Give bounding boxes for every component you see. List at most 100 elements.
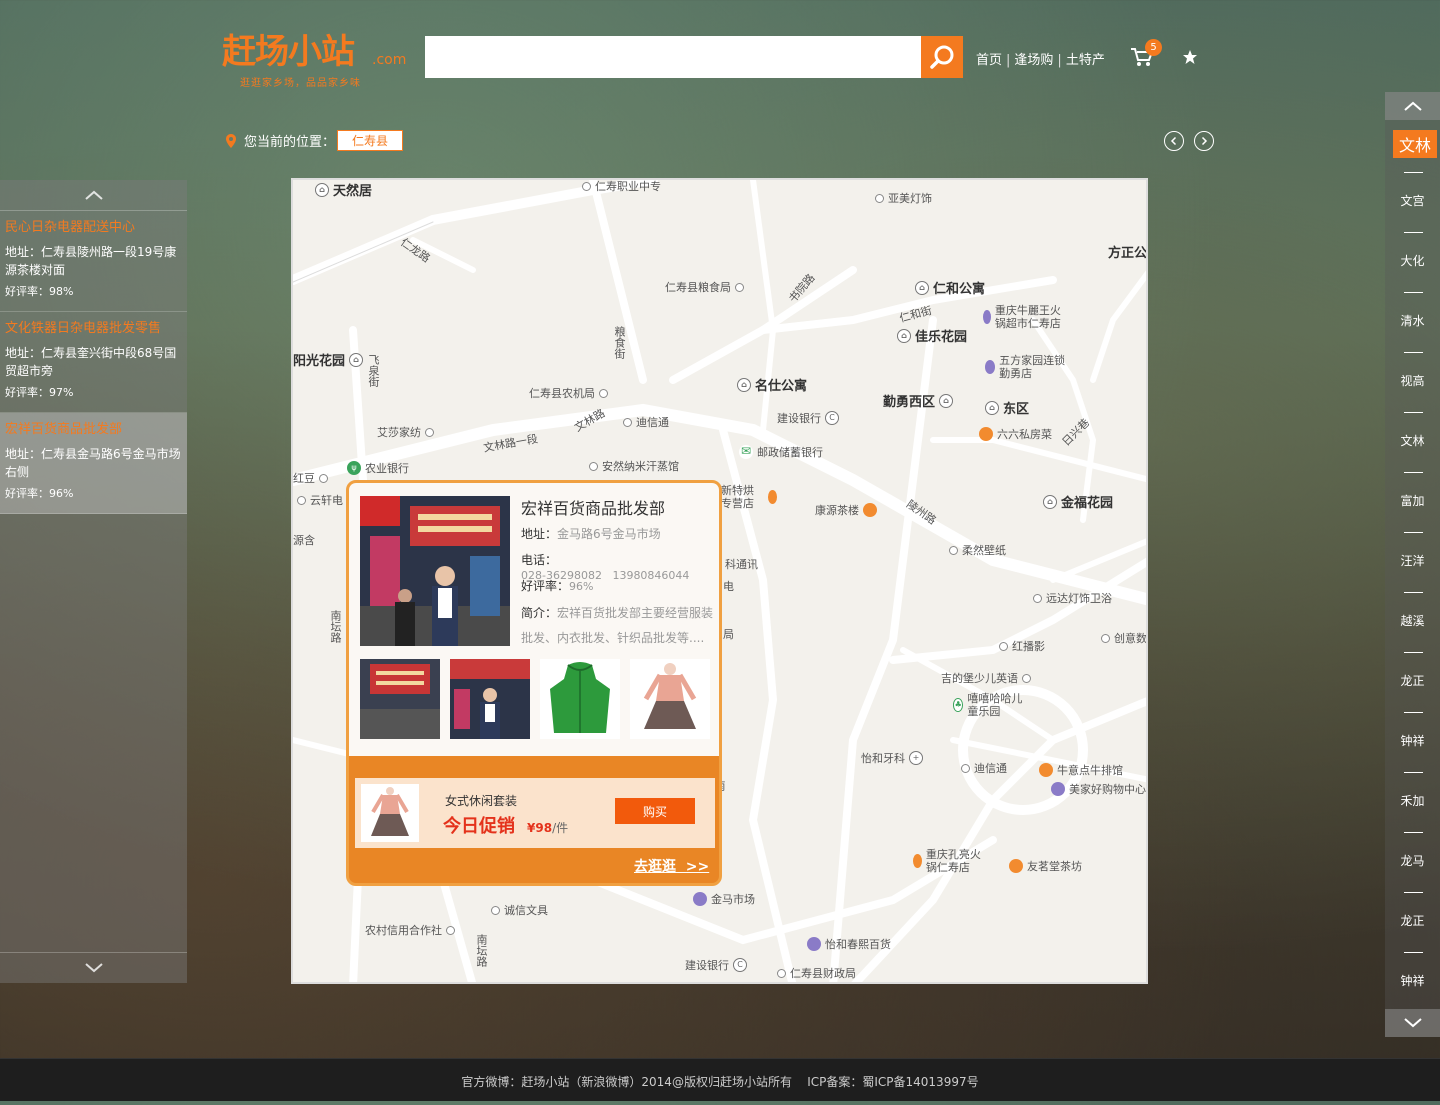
town-nav-item[interactable]: 文宫 bbox=[1385, 192, 1440, 209]
town-nav-item[interactable]: 文林 bbox=[1385, 432, 1440, 449]
town-nav-item[interactable]: 大化 bbox=[1385, 252, 1440, 269]
town-nav-item[interactable]: 富加 bbox=[1385, 492, 1440, 509]
favorite-button[interactable] bbox=[1182, 49, 1198, 69]
prev-arrow-button[interactable] bbox=[1164, 131, 1184, 151]
store-title: 宏祥百货商品批发部 bbox=[521, 499, 666, 518]
store-list-item[interactable]: 民心日杂电器配送中心 地址：仁寿县陵州路一段19号康源茶楼对面 好评率：98% bbox=[0, 211, 187, 312]
building-icon: ⌂ bbox=[897, 328, 911, 343]
poi-label: 远达灯饰卫浴 bbox=[1046, 592, 1112, 605]
store-name: 宏祥百货商品批发部 bbox=[5, 422, 123, 437]
poi-dot-icon bbox=[425, 427, 434, 437]
promotion-product-image bbox=[361, 784, 419, 842]
town-nav-scroll-up[interactable] bbox=[1385, 92, 1440, 120]
nav-market-shopping[interactable]: 逢场购 bbox=[1014, 53, 1053, 68]
rating-value: 96% bbox=[569, 580, 594, 593]
restaurant-icon bbox=[1039, 763, 1053, 777]
promotion-price: ¥98/件 bbox=[527, 819, 568, 836]
town-nav-item-active[interactable]: 文林 bbox=[1393, 130, 1437, 158]
town-nav-item[interactable]: 清水 bbox=[1385, 312, 1440, 329]
building-icon: ⌂ bbox=[985, 400, 999, 415]
product-thumbnail[interactable] bbox=[630, 659, 710, 739]
poi-dot-icon bbox=[949, 545, 958, 555]
store-popup: 宏祥百货商品批发部 地址：金马路6号金马市场 电话：028-36298082 1… bbox=[346, 480, 722, 886]
park-icon: ♣ bbox=[953, 698, 964, 712]
road-label: 南坛路 bbox=[475, 934, 488, 967]
poi-label: 东区 bbox=[1003, 402, 1030, 417]
promotion-image[interactable] bbox=[361, 784, 419, 842]
poi-dot-icon bbox=[599, 388, 608, 398]
town-nav-item[interactable]: 视高 bbox=[1385, 372, 1440, 389]
restaurant-icon bbox=[979, 427, 993, 441]
shop-icon bbox=[807, 937, 821, 951]
product-thumbnail[interactable] bbox=[540, 659, 620, 739]
store-list-item[interactable]: 文化铁器日杂电器批发零售 地址：仁寿县奎兴街中段68号国贸超市旁 好评率：97% bbox=[0, 312, 187, 413]
visit-store-link[interactable]: 去逛逛 >> bbox=[634, 856, 709, 876]
poi-label: 建设银行 bbox=[685, 959, 729, 972]
poi-label: 新特烘专营店 bbox=[721, 484, 754, 510]
poi-label: 迪信通 bbox=[636, 416, 669, 429]
store-list-scroll-up[interactable] bbox=[0, 180, 187, 211]
poi-label: 源含 bbox=[293, 534, 315, 547]
product-thumbnail[interactable] bbox=[360, 659, 440, 739]
building-icon: ⌂ bbox=[1043, 494, 1057, 509]
poi-dot-icon bbox=[297, 495, 306, 505]
next-arrow-button[interactable] bbox=[1194, 131, 1214, 151]
town-nav: 文林 文宫 大化 清水 视高 文林 富加 汪洋 越溪 龙正 钟祥 禾加 龙马 龙正 钟祥 bbox=[1385, 92, 1440, 1037]
poi-label: 红豆 bbox=[293, 472, 315, 485]
search-bar bbox=[425, 36, 963, 78]
promotion-product-name: 女式休闲套装 bbox=[445, 794, 518, 808]
bank-icon: C bbox=[733, 958, 747, 972]
store-rating: 好评率：97% bbox=[5, 386, 74, 399]
poi-dot-icon bbox=[582, 181, 591, 191]
town-nav-separator bbox=[1404, 292, 1423, 293]
town-nav-item[interactable]: 钟祥 bbox=[1385, 732, 1440, 749]
nav-home[interactable]: 首页 bbox=[976, 53, 1002, 68]
search-button[interactable] bbox=[921, 36, 963, 78]
shop-icon bbox=[1051, 782, 1065, 796]
poi-dot-icon bbox=[961, 763, 970, 773]
poi-label: 仁和公寓 bbox=[933, 282, 986, 297]
thumbnail-image bbox=[630, 659, 710, 739]
star-icon bbox=[1183, 50, 1197, 64]
road-label: 南坛路 bbox=[329, 610, 342, 643]
town-nav-item[interactable]: 钟祥 bbox=[1385, 972, 1440, 989]
town-nav-item[interactable]: 龙正 bbox=[1385, 912, 1440, 929]
nav-local-products[interactable]: 土特产 bbox=[1066, 53, 1105, 68]
town-nav-item[interactable]: 龙正 bbox=[1385, 672, 1440, 689]
town-nav-item[interactable]: 禾加 bbox=[1385, 792, 1440, 809]
poi-label: 嘻嘻哈哈儿童乐园 bbox=[967, 692, 1023, 718]
store-list-item-active[interactable]: 宏祥百货商品批发部 地址：仁寿县金马路6号金马市场右侧 好评率：96% bbox=[0, 413, 187, 514]
poi-dot-icon bbox=[875, 193, 884, 203]
location-bar: 您当前的位置： 仁寿县 bbox=[226, 130, 404, 151]
poi-label: 局 bbox=[723, 628, 734, 641]
building-icon: ⌂ bbox=[915, 280, 929, 295]
promotion-tag: 今日促销 bbox=[443, 816, 515, 837]
store-photo[interactable] bbox=[360, 496, 510, 646]
location-select[interactable]: 仁寿县 bbox=[337, 130, 404, 151]
store-name: 民心日杂电器配送中心 bbox=[5, 220, 136, 235]
town-nav-separator bbox=[1404, 232, 1423, 233]
town-nav-separator bbox=[1404, 172, 1423, 173]
town-nav-scroll-down[interactable] bbox=[1385, 1009, 1440, 1037]
store-list: 民心日杂电器配送中心 地址：仁寿县陵州路一段19号康源茶楼对面 好评率：98% … bbox=[0, 180, 187, 983]
poi-label: 重庆孔亮火锅仁寿店 bbox=[925, 848, 981, 874]
search-input[interactable] bbox=[425, 36, 921, 78]
logo[interactable]: 赶场小站 .com 逛逛家乡场，品品家乡味 bbox=[222, 24, 412, 89]
store-address: 地址：仁寿县金马路6号金马市场右侧 bbox=[5, 447, 181, 479]
poi-label: 云轩电 bbox=[310, 494, 343, 507]
buy-button[interactable]: 购买 bbox=[615, 798, 695, 824]
store-list-scroll-down[interactable] bbox=[0, 952, 187, 983]
poi-label: 创意数 bbox=[1114, 632, 1147, 645]
town-nav-item[interactable]: 越溪 bbox=[1385, 612, 1440, 629]
town-nav-item[interactable]: 汪洋 bbox=[1385, 552, 1440, 569]
town-nav-separator bbox=[1404, 472, 1423, 473]
shop-icon bbox=[693, 892, 707, 906]
location-pin-icon bbox=[226, 133, 236, 148]
store-photo-image bbox=[360, 496, 510, 646]
restaurant-icon bbox=[863, 503, 877, 517]
store-rating: 好评率：96% bbox=[5, 487, 74, 500]
restaurant-icon bbox=[913, 854, 922, 868]
product-thumbnail[interactable] bbox=[450, 659, 530, 739]
town-nav-item[interactable]: 龙马 bbox=[1385, 852, 1440, 869]
poi-label: 名仕公寓 bbox=[755, 379, 808, 394]
